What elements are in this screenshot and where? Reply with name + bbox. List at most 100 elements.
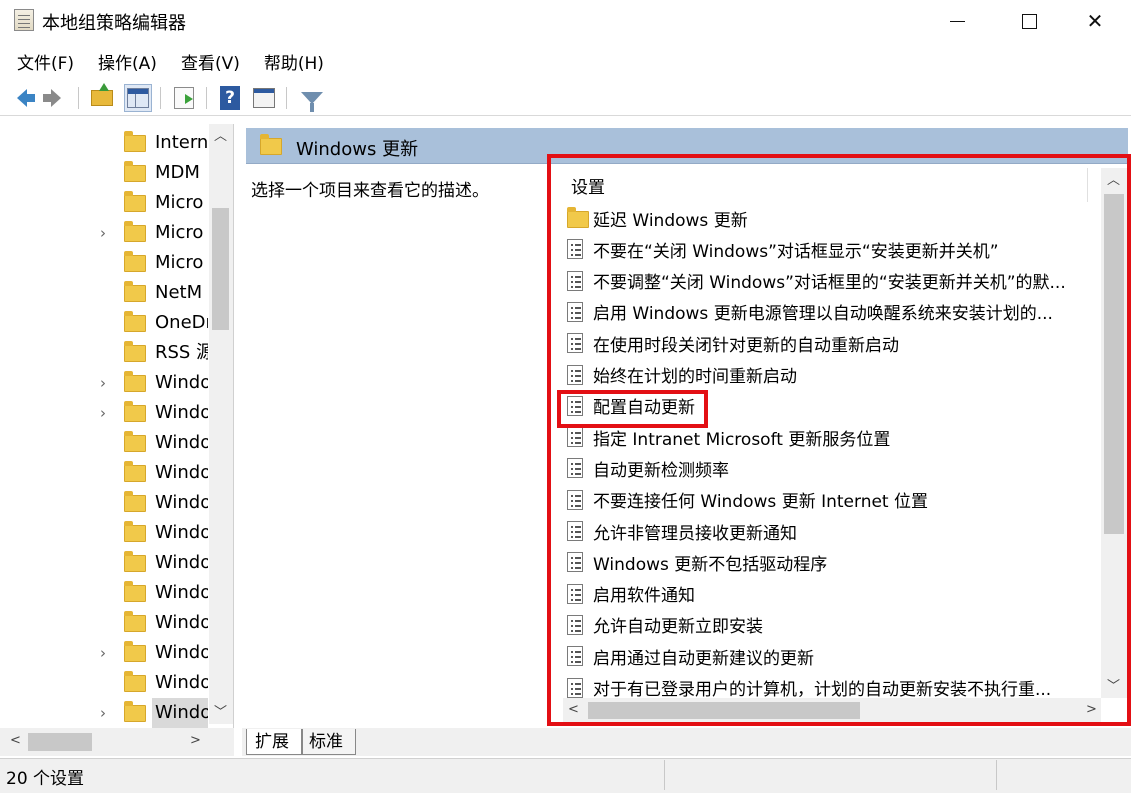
tree-item-label: Windo [155, 642, 208, 663]
help-button[interactable]: ? [216, 84, 244, 112]
policy-editor-app-icon [14, 9, 34, 31]
tree-item[interactable]: Windo [0, 518, 210, 548]
tree-item-label: Micro [155, 222, 204, 243]
folder-icon [124, 340, 146, 362]
tree-item-label: Windo [155, 582, 208, 603]
toolbar-separator [78, 87, 79, 109]
toolbar-separator [206, 87, 207, 109]
list-item-label: 启用通过自动更新建议的更新 [593, 648, 814, 669]
menu-view[interactable]: 查看(V) [172, 49, 249, 74]
policy-setting-icon [567, 239, 585, 260]
properties-button[interactable] [250, 84, 278, 112]
list-item[interactable]: 允许自动更新立即安装 [567, 610, 1097, 640]
list-item[interactable]: 启用软件通知 [567, 579, 1097, 609]
folder-icon [124, 370, 146, 392]
list-item[interactable]: 指定 Intranet Microsoft 更新服务位置 [567, 422, 1097, 452]
tree-expand-icon[interactable]: › [100, 706, 112, 721]
tree-item[interactable]: NetM [0, 278, 210, 308]
folder-icon [124, 520, 146, 542]
tree-item[interactable]: Windo [0, 608, 210, 638]
tree-expand-icon[interactable]: › [100, 646, 112, 661]
tab-standard[interactable]: 标准 [302, 729, 356, 755]
folder-icon [124, 460, 146, 482]
list-item[interactable]: Windows 更新不包括驱动程序 [567, 547, 1097, 577]
tree-horizontal-scroll-thumb[interactable] [28, 733, 92, 751]
forward-button[interactable] [42, 84, 70, 112]
back-button[interactable] [8, 84, 36, 112]
tree-item-label: Windo [155, 372, 208, 393]
console-tree[interactable]: Intern MDM Micro › Micro Micro NetM OneDr RSS 源 ›… [0, 124, 234, 728]
tree-scroll-left-icon[interactable]: < [10, 734, 21, 748]
close-button[interactable]: ✕ [1059, 0, 1131, 42]
tree-expand-icon[interactable]: › [100, 226, 112, 241]
list-item-label: 自动更新检测频率 [593, 460, 729, 481]
list-item[interactable]: 延迟 Windows 更新 [567, 203, 1097, 233]
list-scroll-right-icon[interactable]: > [1086, 703, 1097, 717]
column-divider[interactable] [1087, 168, 1088, 202]
menu-help[interactable]: 帮助(H) [255, 49, 333, 74]
folder-icon [124, 400, 146, 422]
list-item[interactable]: 自动更新检测频率 [567, 453, 1097, 483]
toolbar-separator [286, 87, 287, 109]
filter-icon [301, 92, 323, 112]
show-hide-tree-button[interactable] [124, 84, 152, 112]
list-scroll-left-icon[interactable]: < [568, 703, 579, 717]
list-item-label: 指定 Intranet Microsoft 更新服务位置 [593, 429, 891, 450]
tree-item[interactable]: Windo [0, 578, 210, 608]
folder-icon [124, 250, 146, 272]
tree-item[interactable]: Windo [0, 458, 210, 488]
list-vertical-scroll-thumb[interactable] [1104, 194, 1124, 534]
maximize-button[interactable] [993, 0, 1065, 42]
toolbar: ? [0, 80, 1131, 116]
tree-item[interactable]: Micro [0, 248, 210, 278]
tree-item[interactable]: RSS 源 [0, 338, 210, 368]
folder-icon [124, 280, 146, 302]
export-list-button[interactable] [170, 84, 198, 112]
status-divider [996, 760, 997, 790]
tree-item[interactable]: Windo [0, 668, 210, 698]
folder-icon [124, 310, 146, 332]
list-item[interactable]: 允许非管理员接收更新通知 [567, 516, 1097, 546]
folder-icon [124, 640, 146, 662]
list-item-configure-auto-update[interactable]: 配置自动更新 [567, 391, 1097, 421]
tree-item[interactable]: Micro [0, 188, 210, 218]
tree-item[interactable]: › Windo [0, 698, 210, 728]
list-item[interactable]: 始终在计划的时间重新启动 [567, 360, 1097, 390]
tree-item[interactable]: › Windo [0, 638, 210, 668]
tree-scroll-up-icon[interactable]: ︿ [214, 130, 227, 144]
list-item[interactable]: 不要调整“关闭 Windows”对话框里的“安装更新并关机”的默... [567, 266, 1097, 296]
tree-scroll-down-icon[interactable]: ﹀ [214, 706, 227, 720]
tree-item[interactable]: › Windo [0, 368, 210, 398]
tree-item[interactable]: › Windo [0, 398, 210, 428]
up-one-level-button[interactable] [88, 83, 116, 112]
tree-expand-icon[interactable]: › [100, 406, 112, 421]
tree-expand-icon[interactable]: › [100, 376, 112, 391]
list-item[interactable]: 不要在“关闭 Windows”对话框显示“安装更新并关机” [567, 234, 1097, 264]
list-item[interactable]: 启用 Windows 更新电源管理以自动唤醒系统来安装计划的... [567, 297, 1097, 327]
list-item[interactable]: 不要连接任何 Windows 更新 Internet 位置 [567, 485, 1097, 515]
tree-item[interactable]: Intern [0, 128, 210, 158]
tab-extended[interactable]: 扩展 [246, 729, 302, 755]
menu-file[interactable]: 文件(F) [8, 49, 83, 74]
settings-column-header[interactable]: 设置 [571, 173, 605, 198]
tree-item[interactable]: MDM [0, 158, 210, 188]
view-tabs-bar [242, 728, 1131, 756]
tree-item[interactable]: Windo [0, 548, 210, 578]
minimize-button[interactable] [921, 0, 993, 42]
policy-setting-icon [567, 458, 585, 479]
tree-item[interactable]: › Micro [0, 218, 210, 248]
tree-item[interactable]: Windo [0, 428, 210, 458]
tree-vertical-scroll-thumb[interactable] [212, 208, 229, 330]
tree-item[interactable]: Windo [0, 488, 210, 518]
list-item[interactable]: 启用通过自动更新建议的更新 [567, 641, 1097, 671]
filter-button[interactable] [298, 84, 326, 112]
list-scroll-up-icon[interactable]: ︿ [1107, 174, 1120, 188]
tree-scroll-right-icon[interactable]: > [190, 734, 201, 748]
list-horizontal-scroll-thumb[interactable] [588, 702, 860, 719]
list-scroll-down-icon[interactable]: ﹀ [1107, 680, 1120, 694]
list-item[interactable]: 在使用时段关闭针对更新的自动重新启动 [567, 328, 1097, 358]
menu-action[interactable]: 操作(A) [89, 49, 166, 74]
tree-item[interactable]: OneDr [0, 308, 210, 338]
status-divider [664, 760, 665, 790]
toolbar-separator [160, 87, 161, 109]
